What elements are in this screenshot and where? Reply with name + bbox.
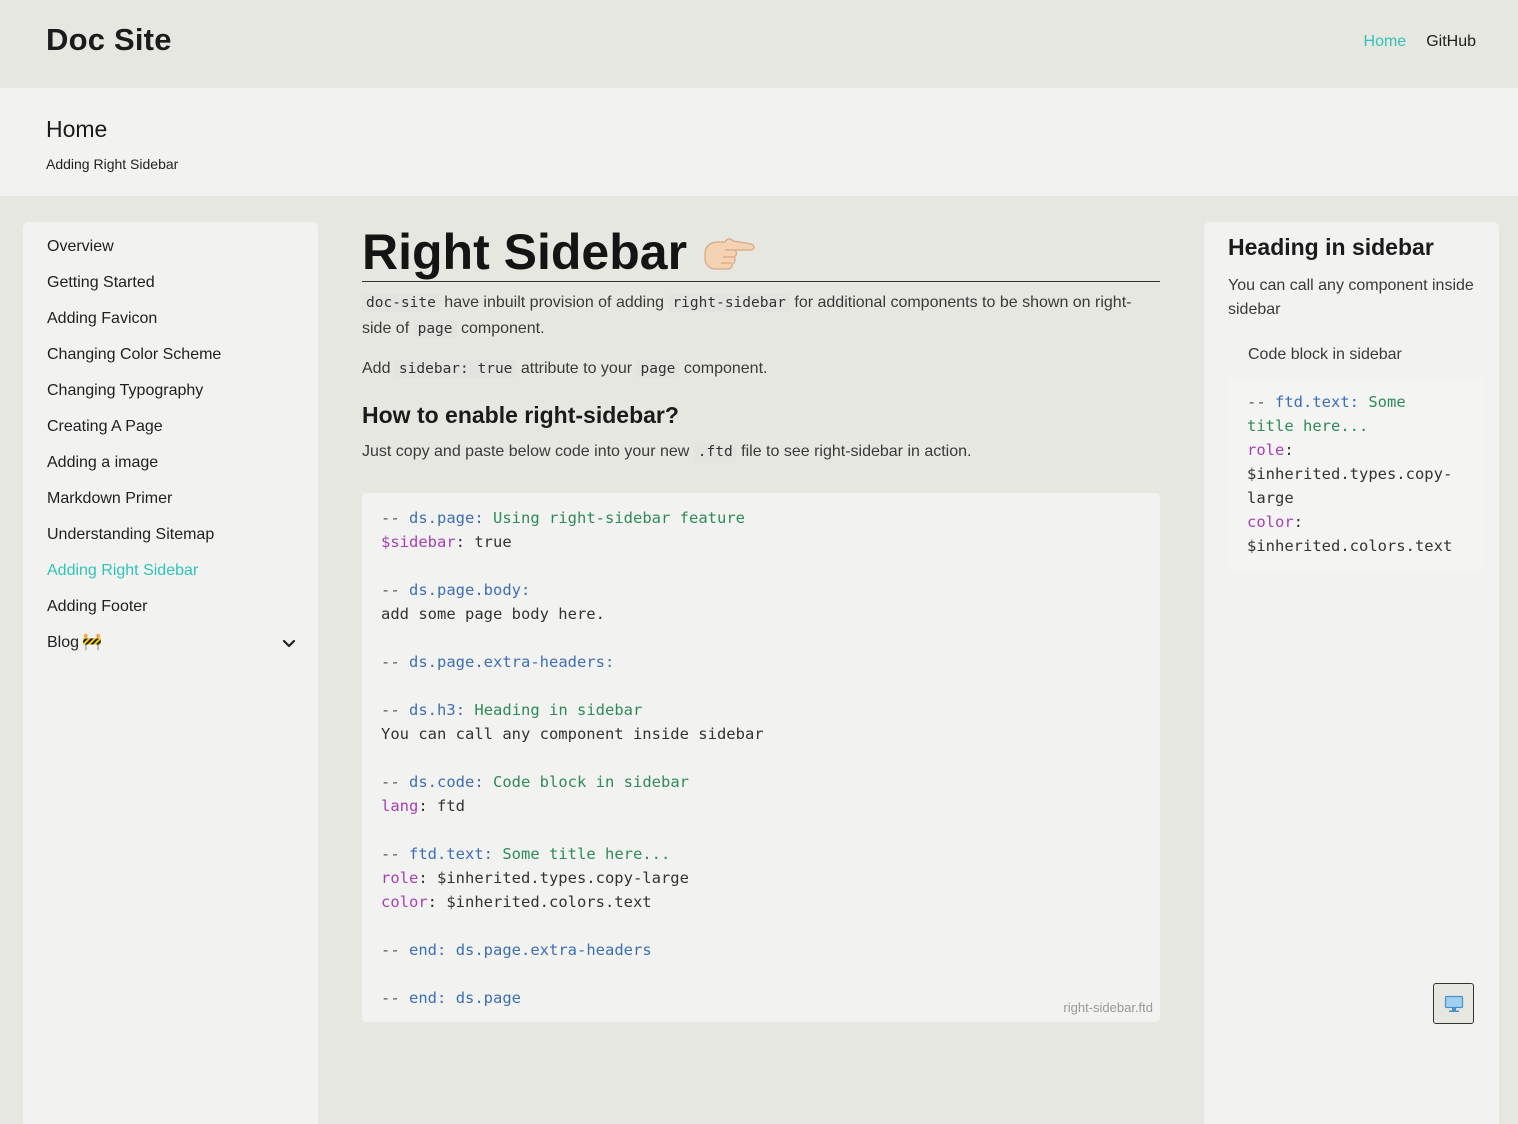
text: component. [456,320,545,337]
desktop-monitor-icon [1444,995,1463,1012]
main-content: Right Sidebar doc-site have inbuilt prov… [362,222,1160,1022]
text: file to see right-sidebar in action. [736,443,972,460]
code-line: -- ds.code: Code block in sidebar [381,773,689,791]
sidebar-item-sitemap[interactable]: Understanding Sitemap [47,524,297,546]
code-line: $inherited.colors.text [1247,537,1453,555]
code-line: add some page body here. [381,605,605,623]
text: component. [679,360,768,377]
sidebar-item-creating-page[interactable]: Creating A Page [47,416,297,438]
code-line: color: [1247,513,1304,531]
nav-link-github[interactable]: GitHub [1426,33,1476,51]
breadcrumb-title[interactable]: Home [46,116,107,143]
code-line: -- end: ds.page.extra-headers [381,941,652,959]
inline-code: sidebar: true [394,360,517,378]
copy-instruction: Just copy and paste below code into your… [362,439,1160,465]
site-title[interactable]: Doc Site [46,22,172,58]
text: Just copy and paste below code into your… [362,443,694,460]
text: attribute to your [516,360,637,377]
sidebar-item-adding-image[interactable]: Adding a image [47,452,297,474]
code-line: -- ds.page.body: [381,581,531,599]
sidebar-item-getting-started[interactable]: Getting Started [47,272,297,294]
nav-link-home[interactable]: Home [1364,33,1407,51]
sidebar-code-caption: Code block in sidebar [1248,346,1402,363]
code-line: -- end: ds.page [381,989,522,1007]
code-line: color: $inherited.colors.text [381,893,652,911]
chevron-down-icon[interactable] [281,635,297,651]
code-line: -- ftd.text: Some title here... [381,845,671,863]
device-toggle-button[interactable] [1433,983,1474,1024]
instruction-paragraph: Add sidebar: true attribute to your page… [362,356,1160,382]
code-line: You can call any component inside sideba… [381,725,764,743]
text: have inbuilt provision of adding [439,294,669,311]
code-line: -- ds.h3: Heading in sidebar [381,701,643,719]
sidebar-item-color-scheme[interactable]: Changing Color Scheme [47,344,297,366]
top-bar: Doc Site Home GitHub [0,0,1518,88]
code-line: lang: ftd [381,797,465,815]
code-line: -- ds.page.extra-headers: [381,653,615,671]
text: Add [362,360,395,377]
page-title: Right Sidebar [362,222,1160,282]
sidebar-item-right-sidebar[interactable]: Adding Right Sidebar [47,560,297,582]
sidebar-item-typography[interactable]: Changing Typography [47,380,297,402]
section-heading: How to enable right-sidebar? [362,402,679,428]
left-sidebar: Overview Getting Started Adding Favicon … [23,222,318,1124]
code-block[interactable]: -- ds.page: Using right-sidebar feature $… [362,493,1160,1022]
sidebar-item-adding-favicon[interactable]: Adding Favicon [47,308,297,330]
inline-code: right-sidebar [668,294,790,312]
code-content[interactable]: -- ds.page: Using right-sidebar feature $… [381,506,764,1010]
page-title-text: Right Sidebar [362,223,688,280]
construction-icon: 🚧 [82,634,102,651]
sidebar-item-blog[interactable]: Blog 🚧 [47,632,297,654]
inline-code: page [636,360,680,378]
code-line: role: $inherited.types.copy-large [381,869,689,887]
top-nav: Home GitHub [1364,33,1476,51]
sidebar-item-label: Blog [47,634,80,652]
code-line: -- ftd.text: Some [1247,393,1406,411]
breadcrumb-subtitle: Adding Right Sidebar [46,156,179,172]
code-line: $inherited.types.copy- [1247,465,1453,483]
intro-paragraph: doc-site have inbuilt provision of addin… [362,290,1160,342]
sidebar-item-overview[interactable]: Overview [47,236,297,258]
code-filename: right-sidebar.ftd [1063,1000,1153,1015]
pointing-hand-icon [704,237,755,270]
code-line: -- ds.page: Using right-sidebar feature [381,509,745,527]
inline-code: page [413,320,457,338]
code-line: title here... [1247,417,1369,435]
inline-code: .ftd [693,443,737,461]
code-line: role: [1247,441,1294,459]
breadcrumb: Home Adding Right Sidebar [0,88,1518,196]
sidebar-heading: Heading in sidebar [1228,234,1434,260]
sidebar-code-content[interactable]: -- ftd.text: Some title here... role: $inhe… [1247,390,1452,558]
sidebar-code-block[interactable]: -- ftd.text: Some title here... role: $inhe… [1228,378,1484,570]
sidebar-text: You can call any component inside sideba… [1228,277,1474,318]
sidebar-item-adding-footer[interactable]: Adding Footer [47,596,297,618]
code-line: $sidebar: true [381,533,512,551]
sidebar-item-markdown-primer[interactable]: Markdown Primer [47,488,297,510]
inline-code: doc-site [362,294,440,312]
code-line: large [1247,489,1294,507]
